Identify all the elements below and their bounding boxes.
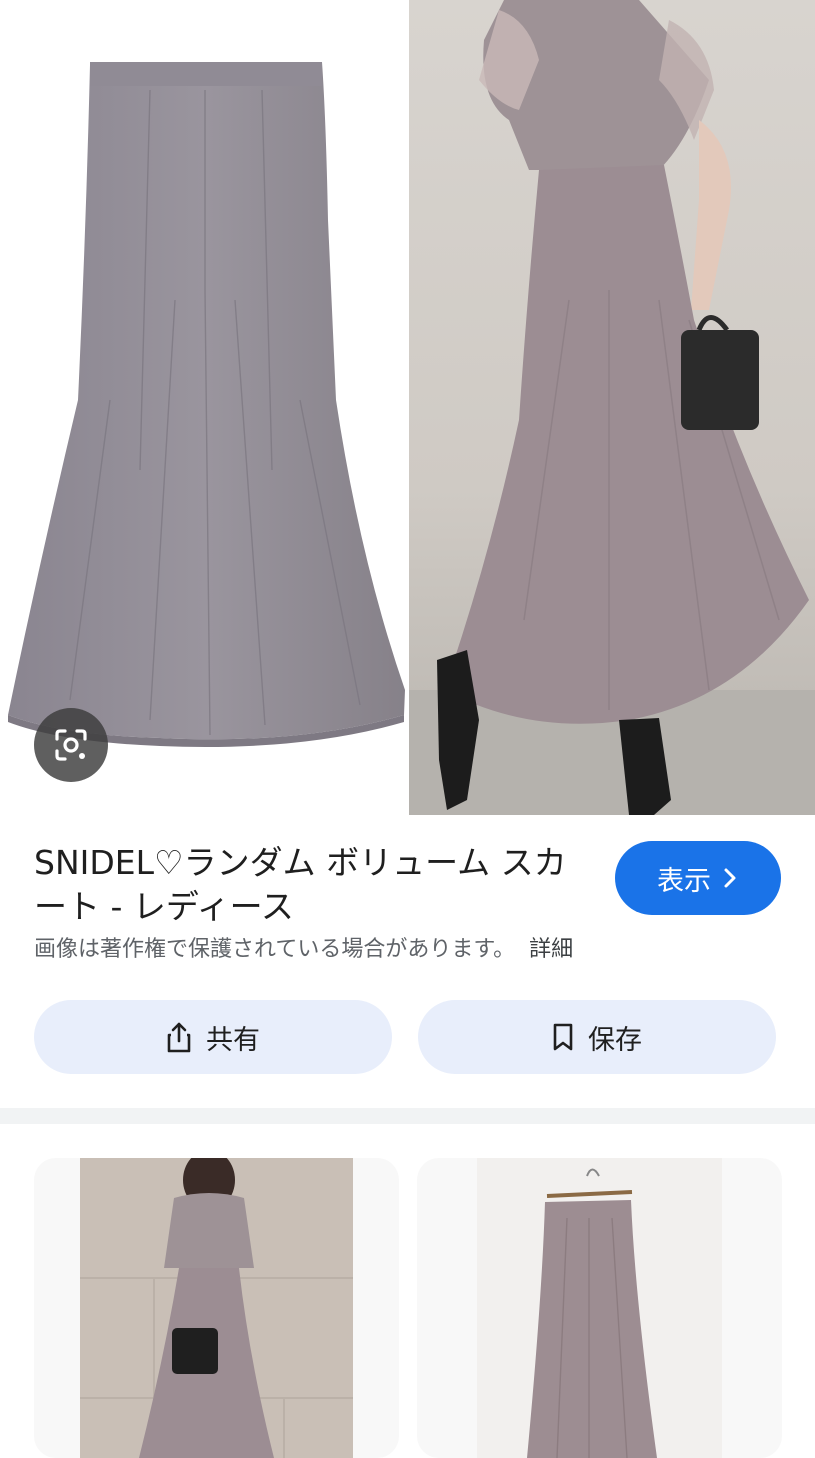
share-icon	[167, 1022, 191, 1053]
related-image-model	[80, 1158, 353, 1458]
skirt-illustration	[8, 62, 405, 747]
section-divider	[0, 1108, 815, 1124]
save-label: 保存	[588, 1024, 642, 1056]
product-image-skirt[interactable]	[0, 0, 407, 815]
visit-button-label: 表示	[657, 865, 711, 897]
result-title[interactable]: SNIDEL♡ランダム ボリューム スカート - レディース	[34, 841, 574, 929]
chevron-right-icon	[724, 868, 736, 888]
copyright-text: 画像は著作権で保護されている場合があります。	[34, 937, 516, 962]
product-image-model[interactable]	[409, 0, 815, 815]
google-lens-button[interactable]	[34, 708, 108, 782]
related-image-skirt	[477, 1158, 722, 1458]
copyright-notice: 画像は著作権で保護されている場合があります。 詳細	[34, 931, 573, 963]
google-lens-icon	[55, 729, 87, 761]
save-button[interactable]: 保存	[418, 1000, 776, 1074]
details-link[interactable]: 詳細	[529, 937, 573, 962]
model-illustration	[409, 0, 815, 815]
share-button[interactable]: 共有	[34, 1000, 392, 1074]
image-viewer	[0, 0, 815, 815]
related-image-card[interactable]	[34, 1158, 399, 1458]
bookmark-icon	[553, 1023, 573, 1051]
share-label: 共有	[206, 1024, 260, 1056]
related-image-card[interactable]	[417, 1158, 782, 1458]
visit-button[interactable]: 表示	[615, 841, 781, 915]
